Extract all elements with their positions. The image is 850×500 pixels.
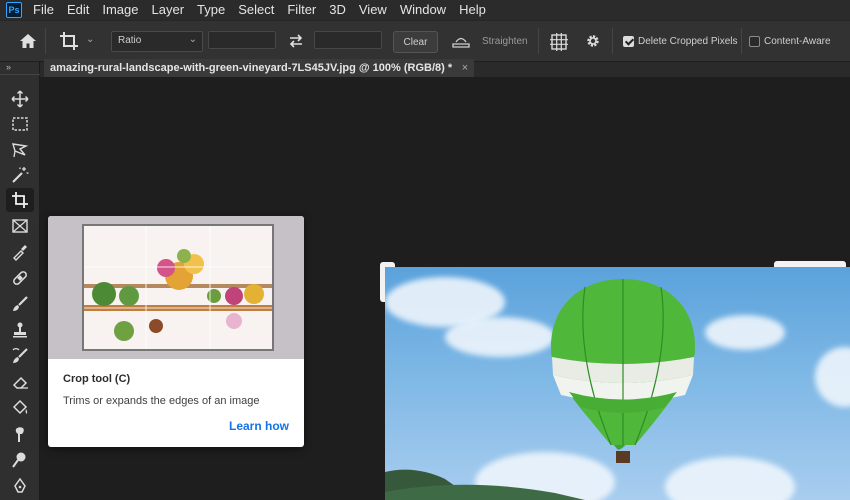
- menu-3d[interactable]: 3D: [329, 0, 346, 20]
- menu-view[interactable]: View: [359, 0, 387, 20]
- chevron-down-icon[interactable]: ⌄: [86, 34, 94, 45]
- crop-preset-button[interactable]: [58, 30, 80, 52]
- crop-icon: [12, 192, 28, 208]
- swap-dimensions-button[interactable]: [287, 32, 305, 50]
- bandage-icon: [13, 271, 27, 285]
- overlay-options-button[interactable]: [550, 33, 568, 51]
- smudge-icon: [15, 427, 24, 442]
- crop-height-field[interactable]: [314, 31, 382, 49]
- grid-overlay-icon: [550, 33, 568, 51]
- document-tab-bar: amazing-rural-landscape-with-green-viney…: [40, 59, 850, 77]
- hot-air-balloon: [385, 279, 695, 500]
- rectangular-marquee-icon: [12, 117, 28, 131]
- photoshop-logo[interactable]: Ps: [6, 2, 22, 18]
- tooltip-preview-image: [82, 224, 274, 351]
- eraser-tool[interactable]: [6, 370, 34, 394]
- gear-icon: [587, 35, 599, 47]
- clear-button[interactable]: Clear: [393, 31, 438, 53]
- lasso-tool[interactable]: [6, 138, 34, 162]
- straighten-label: Straighten: [482, 36, 528, 47]
- menu-edit[interactable]: Edit: [67, 0, 89, 20]
- menu-type[interactable]: Type: [197, 0, 225, 20]
- paint-bucket-icon: [12, 399, 28, 415]
- paint-bucket-tool[interactable]: [6, 396, 34, 420]
- brush-icon: [13, 296, 28, 311]
- tools-panel: »: [0, 62, 40, 500]
- move-tool[interactable]: [6, 87, 34, 111]
- learn-how-link[interactable]: Learn how: [229, 419, 289, 433]
- menu-help[interactable]: Help: [459, 0, 486, 20]
- options-separator: [612, 28, 613, 54]
- smudge-tool[interactable]: [6, 422, 34, 446]
- toolbar-grip[interactable]: [0, 74, 40, 77]
- options-separator: [538, 28, 539, 54]
- magic-wand-icon: [12, 167, 29, 183]
- crop-settings-button[interactable]: [585, 33, 601, 49]
- polygonal-lasso-icon: [12, 143, 29, 158]
- document-image[interactable]: [385, 267, 850, 500]
- ratio-select[interactable]: Ratio ⌄: [111, 31, 203, 52]
- home-icon: [20, 34, 36, 48]
- move-icon: [11, 90, 29, 108]
- eyedropper-tool[interactable]: [6, 240, 34, 264]
- crop-tool-tooltip: Crop tool (C) Trims or expands the edges…: [48, 216, 304, 447]
- frame-tool[interactable]: [6, 214, 34, 238]
- document-tab[interactable]: amazing-rural-landscape-with-green-viney…: [44, 59, 475, 77]
- history-brush-icon: [12, 348, 28, 363]
- crop-width-field[interactable]: [208, 31, 276, 49]
- eraser-icon: [12, 376, 28, 389]
- stamp-icon: [13, 322, 27, 338]
- menu-image[interactable]: Image: [102, 0, 138, 20]
- delete-cropped-label: Delete Cropped Pixels: [638, 36, 738, 47]
- home-button[interactable]: [17, 31, 39, 51]
- options-separator: [45, 28, 46, 54]
- chevron-down-icon: ⌄: [188, 34, 197, 45]
- swap-icon: [289, 34, 303, 48]
- menu-file[interactable]: File: [33, 0, 54, 20]
- menu-bar: Ps File Edit Image Layer Type Select Fil…: [0, 0, 850, 20]
- dodge-tool[interactable]: [6, 448, 34, 472]
- close-icon[interactable]: ×: [462, 59, 468, 77]
- pen-tool[interactable]: [6, 474, 34, 498]
- straighten-button[interactable]: [452, 34, 470, 50]
- pen-icon: [14, 477, 26, 493]
- crop-tool[interactable]: [6, 188, 34, 212]
- magic-wand-tool[interactable]: [6, 163, 34, 187]
- menu-layer[interactable]: Layer: [152, 0, 185, 20]
- history-brush-tool[interactable]: [6, 344, 34, 368]
- content-aware-label: Content-Aware: [764, 36, 831, 47]
- ratio-select-value: Ratio: [118, 35, 142, 46]
- clone-stamp-tool[interactable]: [6, 318, 34, 342]
- eyedropper-icon: [13, 245, 27, 261]
- collapse-toolbar-button[interactable]: »: [6, 62, 11, 72]
- crop-icon: [60, 32, 78, 50]
- menu-filter[interactable]: Filter: [287, 0, 316, 20]
- document-tab-title: amazing-rural-landscape-with-green-viney…: [50, 62, 453, 74]
- dodge-icon: [12, 452, 26, 468]
- marquee-tool[interactable]: [6, 112, 34, 136]
- brush-tool[interactable]: [6, 292, 34, 316]
- crop-grid-preview: [84, 226, 272, 349]
- tooltip-preview: [48, 216, 304, 359]
- delete-cropped-checkbox[interactable]: [623, 36, 634, 47]
- options-bar: ⌄ Ratio ⌄ Clear Straighten Delete Croppe…: [0, 20, 850, 62]
- tooltip-description: Trims or expands the edges of an image: [63, 395, 260, 407]
- healing-brush-tool[interactable]: [6, 266, 34, 290]
- frame-icon: [12, 219, 28, 233]
- tooltip-title: Crop tool (C): [63, 373, 131, 385]
- straighten-icon: [452, 37, 470, 48]
- menu-window[interactable]: Window: [400, 0, 446, 20]
- menu-select[interactable]: Select: [238, 0, 274, 20]
- content-aware-checkbox[interactable]: [749, 36, 760, 47]
- options-separator: [741, 28, 742, 54]
